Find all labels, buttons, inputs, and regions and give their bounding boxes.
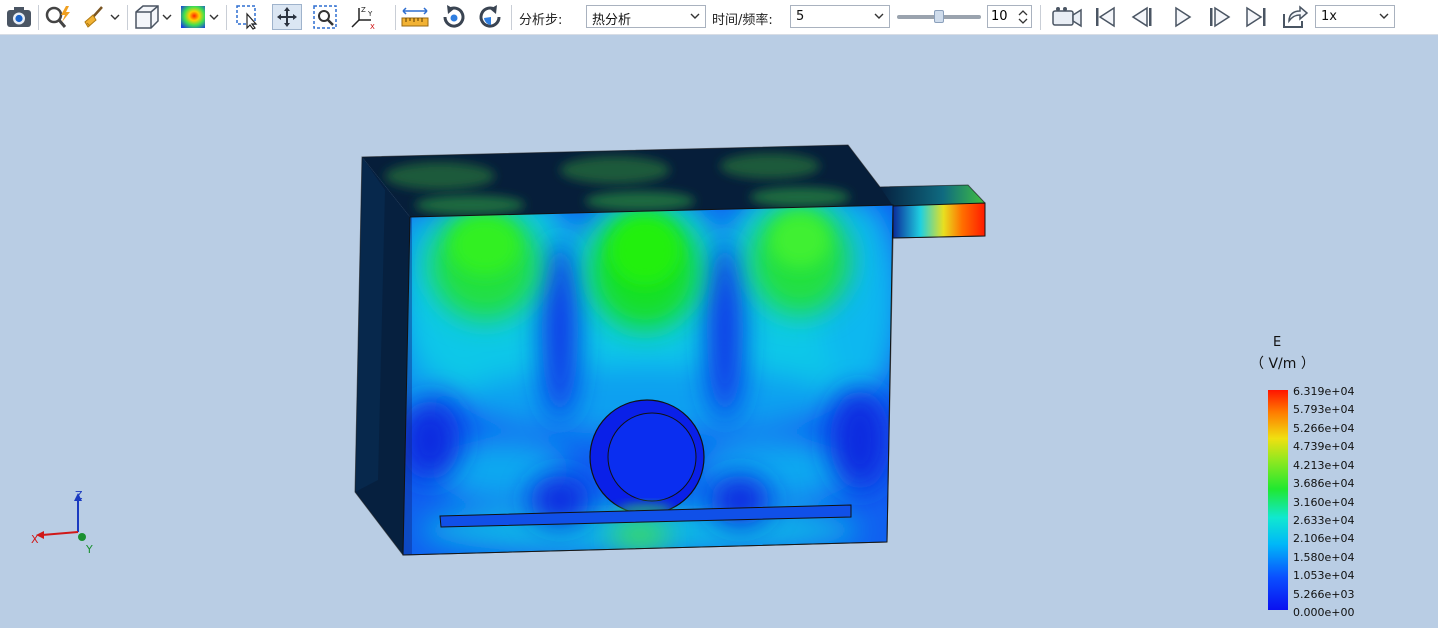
svg-text:Y: Y: [367, 10, 373, 18]
camera-icon[interactable]: [4, 4, 34, 30]
prev-frame-icon[interactable]: [1128, 4, 1156, 30]
legend-tick-label: 3.160e+04: [1293, 495, 1355, 509]
chevron-down-icon: [690, 13, 700, 19]
axis-y-label: Y: [85, 543, 93, 556]
rotate-cw-icon[interactable]: [437, 4, 469, 30]
legend-tick-label: 4.739e+04: [1293, 440, 1355, 454]
toolbar: ZYX 分析步: 热分析 时间/频率: 5 10 1x: [0, 0, 1438, 35]
svg-text:Z: Z: [361, 6, 366, 14]
color-map-icon[interactable]: [178, 4, 208, 30]
rotate-ccw-icon[interactable]: [475, 4, 507, 30]
spinner-arrows-icon[interactable]: [1017, 8, 1029, 26]
cube-view-icon[interactable]: [132, 4, 162, 30]
export-icon[interactable]: [1280, 4, 1310, 30]
probe-tip-face: [892, 202, 986, 239]
next-frame-icon[interactable]: [1205, 4, 1233, 30]
broom-icon[interactable]: [80, 4, 106, 30]
select-icon[interactable]: [233, 4, 263, 30]
frame-slider-thumb[interactable]: [934, 10, 944, 23]
axis-triad: Z X Y: [31, 489, 93, 556]
svg-text:X: X: [370, 23, 375, 30]
pan-icon[interactable]: [272, 4, 302, 30]
legend-quantity: E: [1273, 335, 1282, 350]
chevron-down-icon: [874, 13, 884, 19]
legend-tick-label: 6.319e+04: [1293, 385, 1355, 398]
step-count-spinner[interactable]: 10: [987, 5, 1032, 28]
play-icon[interactable]: [1168, 4, 1196, 30]
field-plot: [354, 144, 986, 556]
playback-speed-value: 1x: [1321, 9, 1337, 24]
step-count-value: 10: [991, 9, 1008, 24]
analysis-step-label: 分析步:: [519, 13, 563, 28]
chevron-down-icon[interactable]: [160, 4, 174, 30]
3d-viewport[interactable]: Z X Y E （ V/m ） 6.319e+04 5.793e+04 5.266e…: [0, 35, 1438, 628]
axis-orient-icon[interactable]: ZYX: [348, 4, 378, 30]
playback-speed-select[interactable]: 1x: [1315, 5, 1395, 28]
analysis-step-select[interactable]: 热分析: [586, 5, 706, 28]
ruler-icon[interactable]: [399, 4, 431, 30]
axis-x-label: X: [31, 533, 39, 546]
legend-unit: （ V/m ）: [1250, 356, 1315, 372]
chevron-down-icon[interactable]: [108, 4, 122, 30]
cylinder-inner: [607, 412, 697, 502]
legend-tick-label: 1.053e+04: [1293, 569, 1355, 583]
legend-tick-label: 1.580e+04: [1293, 550, 1355, 564]
legend-tick-label: 4.213e+04: [1293, 458, 1355, 472]
legend-tick-label: 5.793e+04: [1293, 403, 1355, 417]
chevron-down-icon: [1379, 13, 1389, 19]
time-freq-value: 5: [796, 9, 805, 24]
first-frame-icon[interactable]: [1091, 4, 1119, 30]
axis-z-label: Z: [75, 489, 83, 502]
search-lightning-icon[interactable]: [43, 4, 73, 30]
legend-tick-label: 3.686e+04: [1293, 477, 1355, 491]
time-freq-select[interactable]: 5: [790, 5, 890, 28]
zoom-box-icon[interactable]: [310, 4, 340, 30]
legend-tick-label: 2.106e+04: [1293, 532, 1355, 546]
analysis-step-value: 热分析: [592, 13, 632, 28]
last-frame-icon[interactable]: [1242, 4, 1270, 30]
chevron-down-icon[interactable]: [207, 4, 221, 30]
time-freq-label: 时间/频率:: [712, 13, 773, 28]
legend-tick-label: 5.266e+04: [1293, 421, 1355, 435]
legend-colorbar: [1268, 390, 1288, 610]
legend-tick-label: 2.633e+04: [1293, 513, 1355, 527]
video-record-icon[interactable]: [1050, 4, 1084, 30]
legend-tick-label: 5.266e+03: [1293, 587, 1355, 601]
legend-tick-label: 0.000e+00: [1293, 606, 1355, 619]
